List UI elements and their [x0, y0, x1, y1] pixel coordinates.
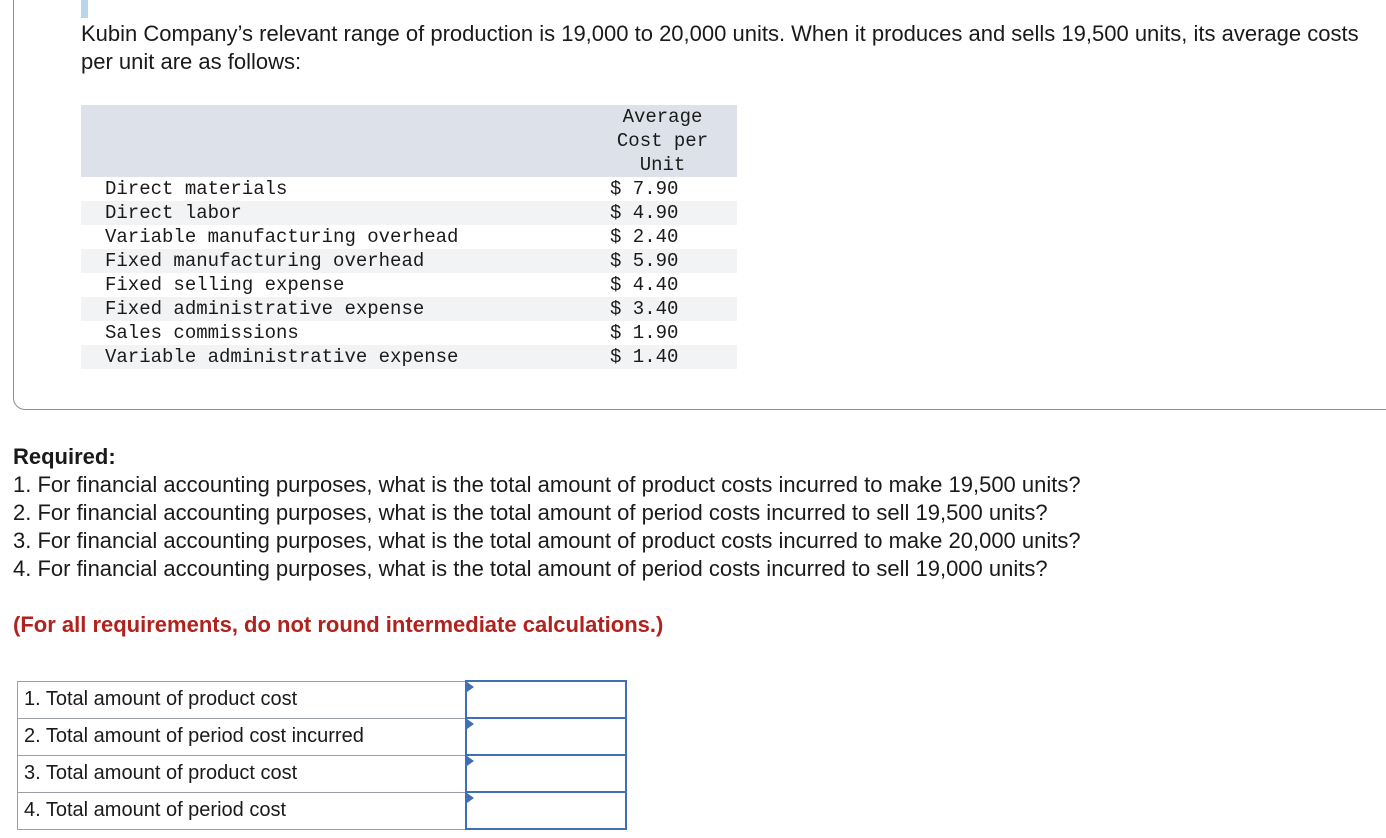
header-blank-cell: [81, 105, 588, 177]
cost-value: $ 3.40: [588, 297, 737, 321]
cost-label: Variable administrative expense: [81, 345, 588, 369]
input-marker-icon: [466, 756, 474, 766]
cost-table-header-row: Average Cost per Unit: [81, 105, 737, 177]
answer-cell: [464, 680, 627, 719]
cost-value: $ 4.40: [610, 274, 679, 296]
table-row: Fixed selling expense $ 4.40: [81, 273, 737, 297]
input-marker-icon: [466, 682, 474, 692]
cost-table: Average Cost per Unit Direct materials $…: [81, 105, 737, 369]
answer-row: 1. Total amount of product cost: [17, 680, 627, 719]
required-title: Required:: [13, 444, 116, 469]
cost-label: Fixed administrative expense: [81, 297, 588, 321]
answer-cell: [464, 754, 627, 793]
requirement-2: 2. For financial accounting purposes, wh…: [13, 500, 1048, 525]
answer-table: 1. Total amount of product cost 2. Total…: [17, 680, 627, 830]
input-marker-icon: [466, 793, 474, 803]
header-line-2: Cost per: [616, 130, 709, 152]
requirement-1: 1. For financial accounting purposes, wh…: [13, 472, 1081, 497]
cost-value: $ 2.40: [610, 226, 679, 248]
cost-value: $ 7.90: [610, 178, 679, 200]
header-line-3: Unit: [639, 154, 686, 176]
cost-value: $ 1.90: [610, 322, 679, 344]
table-row: Direct materials $ 7.90: [81, 177, 737, 201]
answer-label: 2. Total amount of period cost incurred: [17, 717, 466, 756]
answer-cell: [464, 717, 627, 756]
answer-label: 3. Total amount of product cost: [17, 754, 466, 793]
answer-input-2[interactable]: [466, 720, 625, 753]
cost-label: Fixed manufacturing overhead: [81, 249, 588, 273]
requirement-4: 4. For financial accounting purposes, wh…: [13, 556, 1048, 581]
answer-input-3[interactable]: [466, 757, 625, 790]
table-row: Variable administrative expense $ 1.40: [81, 345, 737, 369]
table-row: Fixed manufacturing overhead $ 5.90: [81, 249, 737, 273]
requirement-3: 3. For financial accounting purposes, wh…: [13, 528, 1081, 553]
table-row: Direct labor $ 4.90: [81, 201, 737, 225]
cost-label: Direct labor: [81, 201, 588, 225]
cost-value: $ 1.40: [588, 345, 737, 369]
table-row: Variable manufacturing overhead $ 2.40: [81, 225, 737, 249]
rounding-note: (For all requirements, do not round inte…: [13, 612, 664, 637]
cost-value: $ 5.90: [588, 249, 737, 273]
table-row: Sales commissions $ 1.90: [81, 321, 737, 345]
answer-cell: [464, 791, 627, 830]
answer-row: 4. Total amount of period cost: [17, 791, 627, 830]
answer-row: 2. Total amount of period cost incurred: [17, 717, 627, 756]
cost-label: Variable manufacturing overhead: [105, 226, 459, 248]
answer-label: 4. Total amount of period cost: [17, 791, 466, 830]
cost-label: Sales commissions: [105, 322, 299, 344]
answer-label: 1. Total amount of product cost: [17, 680, 466, 719]
cost-label: Direct materials: [105, 178, 288, 200]
accent-bar: [81, 0, 88, 18]
cost-value: $ 4.90: [588, 201, 737, 225]
answer-input-1[interactable]: [466, 683, 625, 716]
answer-row: 3. Total amount of product cost: [17, 754, 627, 793]
input-marker-icon: [466, 719, 474, 729]
answer-input-4[interactable]: [466, 794, 625, 827]
required-section: Required: 1. For financial accounting pu…: [13, 443, 1373, 583]
header-line-1: Average: [622, 106, 703, 128]
header-average-cost: Average Cost per Unit: [588, 105, 737, 177]
problem-intro: Kubin Company’s relevant range of produc…: [81, 21, 1359, 74]
table-row: Fixed administrative expense $ 3.40: [81, 297, 737, 321]
cost-label: Fixed selling expense: [105, 274, 345, 296]
